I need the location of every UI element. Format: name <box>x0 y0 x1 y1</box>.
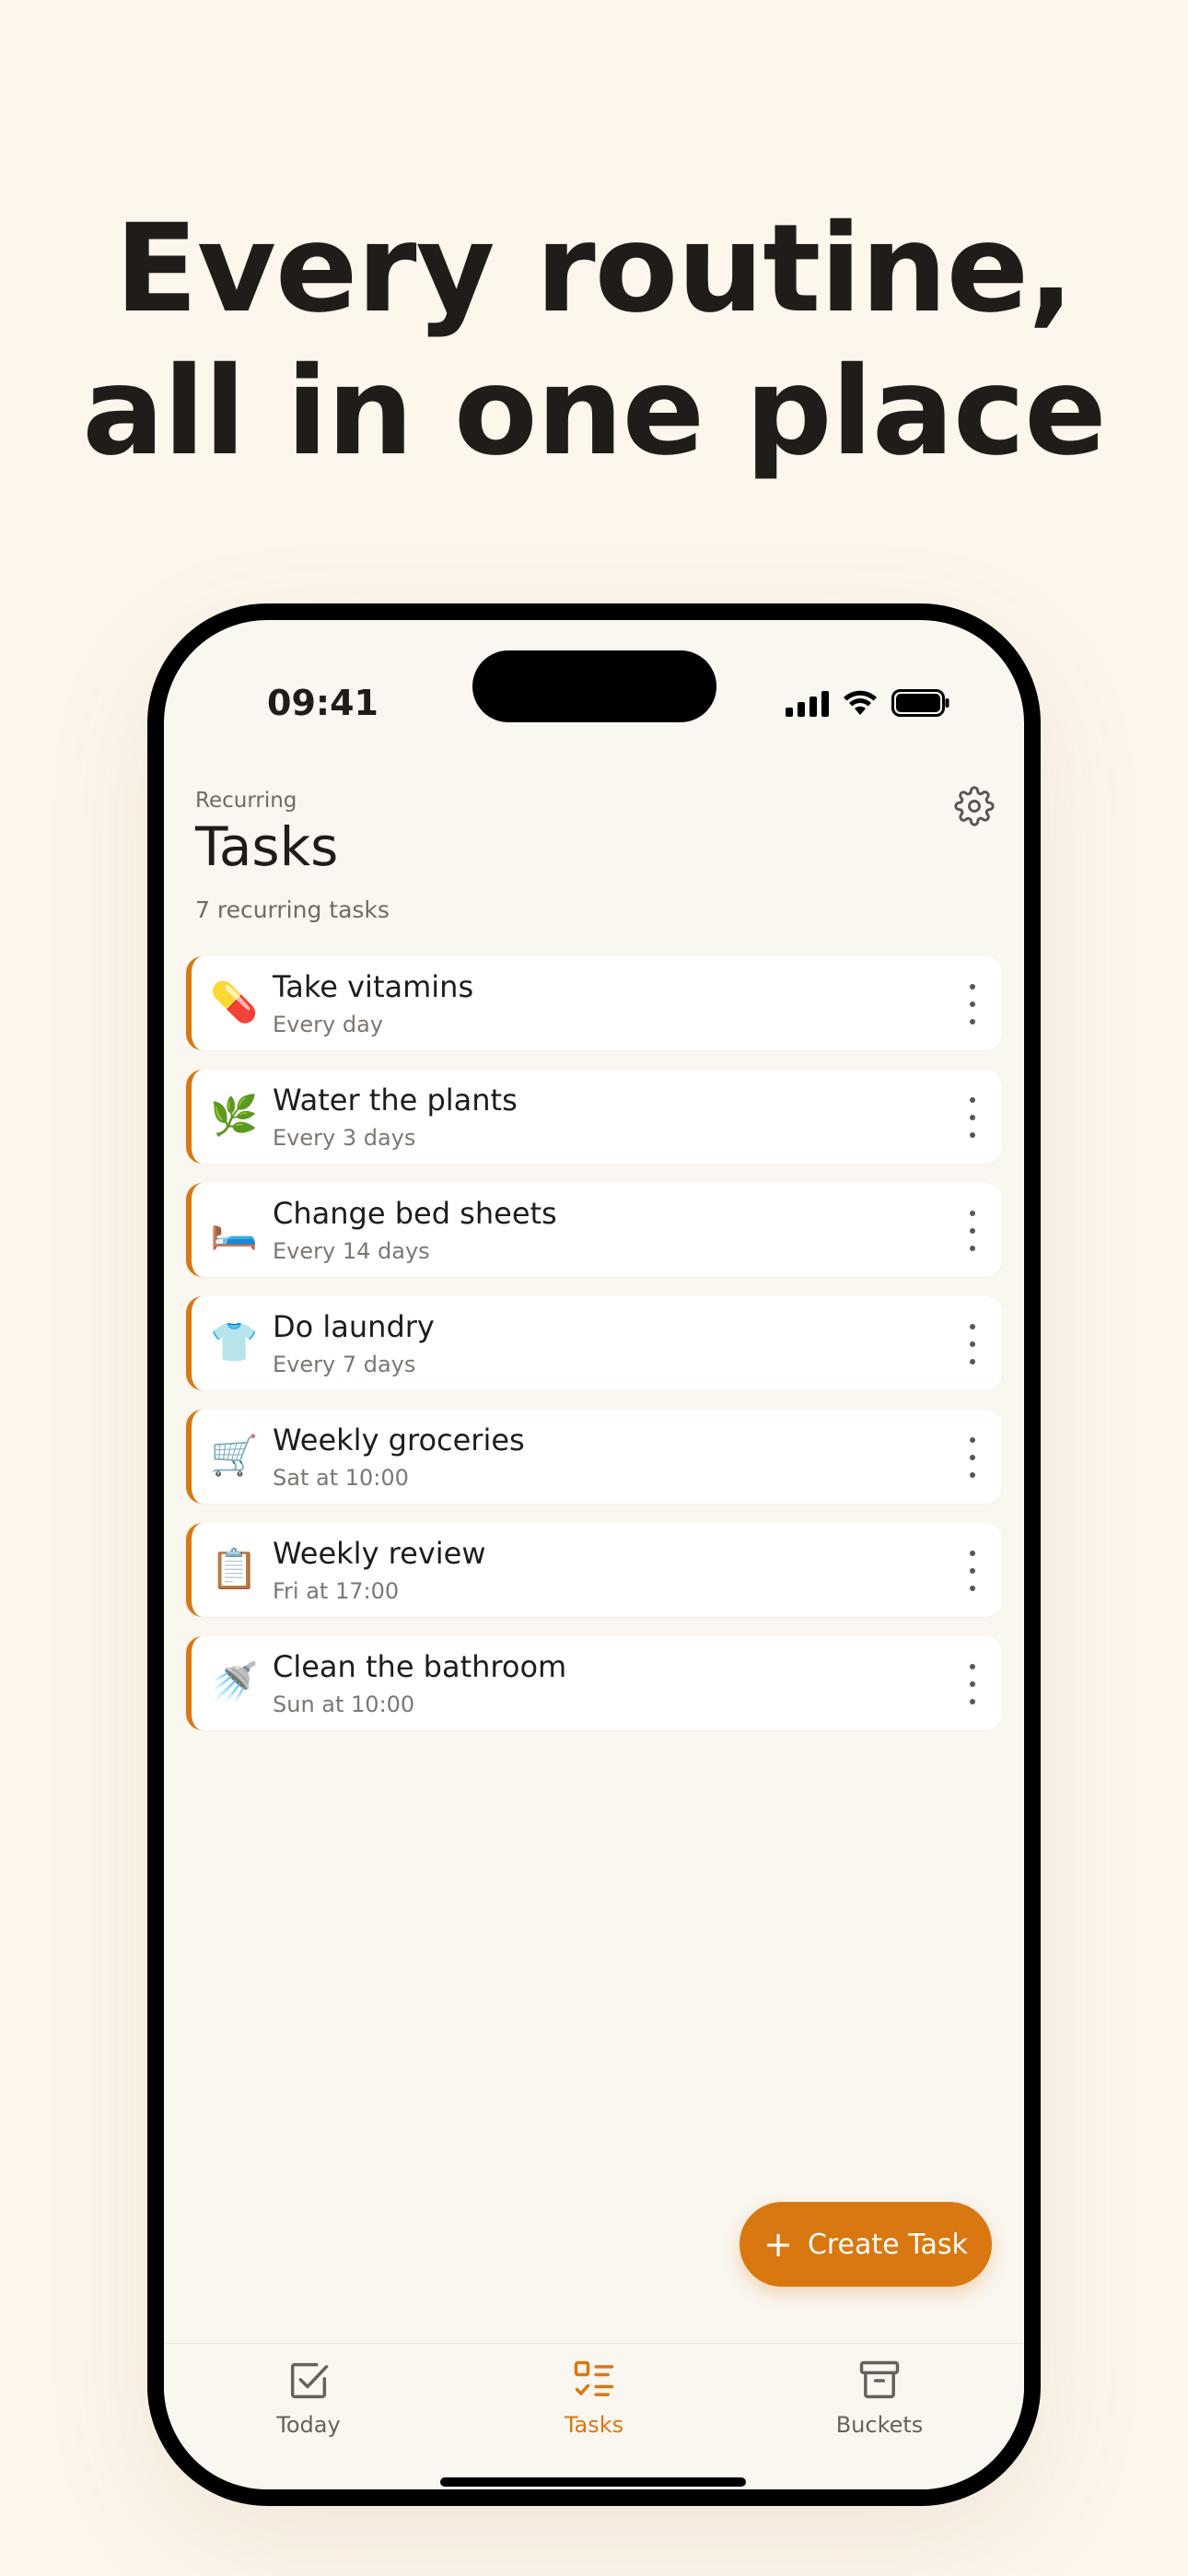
task-title: Clean the bathroom <box>273 1649 567 1684</box>
task-schedule: Sun at 10:00 <box>273 1692 415 1717</box>
tab-today[interactable]: Today <box>216 2357 401 2438</box>
clipboard-icon: 📋 <box>210 1546 259 1591</box>
section-eyebrow: Recurring <box>195 789 297 813</box>
task-card-change-bed-sheets[interactable]: 🛏️ Change bed sheets Every 14 days <box>186 1183 1002 1277</box>
headline-line-2: all in one place <box>82 341 1106 483</box>
shower-icon: 🚿 <box>210 1659 259 1704</box>
task-title: Water the plants <box>273 1083 518 1118</box>
create-task-button[interactable]: + Create Task <box>740 2202 992 2287</box>
task-title: Weekly review <box>273 1536 486 1571</box>
cellular-signal-icon <box>786 689 829 717</box>
more-options-icon[interactable] <box>961 1664 984 1704</box>
task-schedule: Every day <box>273 1012 383 1037</box>
battery-icon <box>891 689 950 717</box>
task-list: 💊 Take vitamins Every day 🌿 Water the pl… <box>186 956 1002 1750</box>
task-title: Weekly groceries <box>273 1423 525 1458</box>
more-options-icon[interactable] <box>961 1097 984 1138</box>
status-icons <box>786 685 950 721</box>
tab-label: Tasks <box>564 2412 624 2438</box>
shopping-cart-icon: 🛒 <box>210 1433 259 1478</box>
bed-icon: 🛏️ <box>210 1206 259 1251</box>
task-card-clean-bathroom[interactable]: 🚿 Clean the bathroom Sun at 10:00 <box>186 1636 1002 1730</box>
task-card-water-plants[interactable]: 🌿 Water the plants Every 3 days <box>186 1070 1002 1164</box>
task-schedule: Every 7 days <box>273 1352 416 1377</box>
tab-label: Today <box>276 2412 341 2438</box>
phone-frame: 09:41 Recurring Tasks 7 recurring tasks <box>147 603 1041 2506</box>
archive-box-icon <box>859 2360 900 2399</box>
tab-label: Buckets <box>835 2412 924 2438</box>
task-schedule: Every 3 days <box>273 1125 416 1151</box>
task-card-weekly-review[interactable]: 📋 Weekly review Fri at 17:00 <box>186 1523 1002 1617</box>
create-task-label: Create Task <box>807 2228 968 2261</box>
task-count: 7 recurring tasks <box>195 896 390 923</box>
marketing-headline: Every routine, all in one place <box>0 198 1188 484</box>
herb-icon: 🌿 <box>210 1093 259 1138</box>
more-options-icon[interactable] <box>961 1551 984 1591</box>
tab-tasks[interactable]: Tasks <box>502 2357 686 2438</box>
task-card-take-vitamins[interactable]: 💊 Take vitamins Every day <box>186 956 1002 1050</box>
plus-icon: + <box>763 2224 793 2265</box>
settings-gear-icon[interactable] <box>954 786 995 826</box>
dynamic-island <box>472 650 716 722</box>
task-title: Change bed sheets <box>273 1196 557 1231</box>
shirt-icon: 👕 <box>210 1319 259 1364</box>
task-title: Do laundry <box>273 1309 435 1344</box>
home-indicator <box>440 2477 746 2487</box>
more-options-icon[interactable] <box>961 1211 984 1251</box>
checkbox-icon <box>290 2362 329 2399</box>
tab-buckets[interactable]: Buckets <box>787 2357 972 2438</box>
task-title: Take vitamins <box>273 969 474 1004</box>
page-title: Tasks <box>195 815 339 878</box>
task-card-weekly-groceries[interactable]: 🛒 Weekly groceries Sat at 10:00 <box>186 1410 1002 1504</box>
more-options-icon[interactable] <box>961 1437 984 1478</box>
task-schedule: Fri at 17:00 <box>273 1578 400 1604</box>
more-options-icon[interactable] <box>961 984 984 1025</box>
headline-line-1: Every routine, <box>114 198 1075 340</box>
task-card-do-laundry[interactable]: 👕 Do laundry Every 7 days <box>186 1296 1002 1390</box>
task-schedule: Sat at 10:00 <box>273 1465 409 1491</box>
more-options-icon[interactable] <box>961 1324 984 1364</box>
status-time: 09:41 <box>267 683 379 723</box>
pill-icon: 💊 <box>210 979 259 1025</box>
wifi-icon <box>842 689 879 717</box>
task-schedule: Every 14 days <box>273 1238 430 1264</box>
list-check-icon <box>574 2360 614 2396</box>
